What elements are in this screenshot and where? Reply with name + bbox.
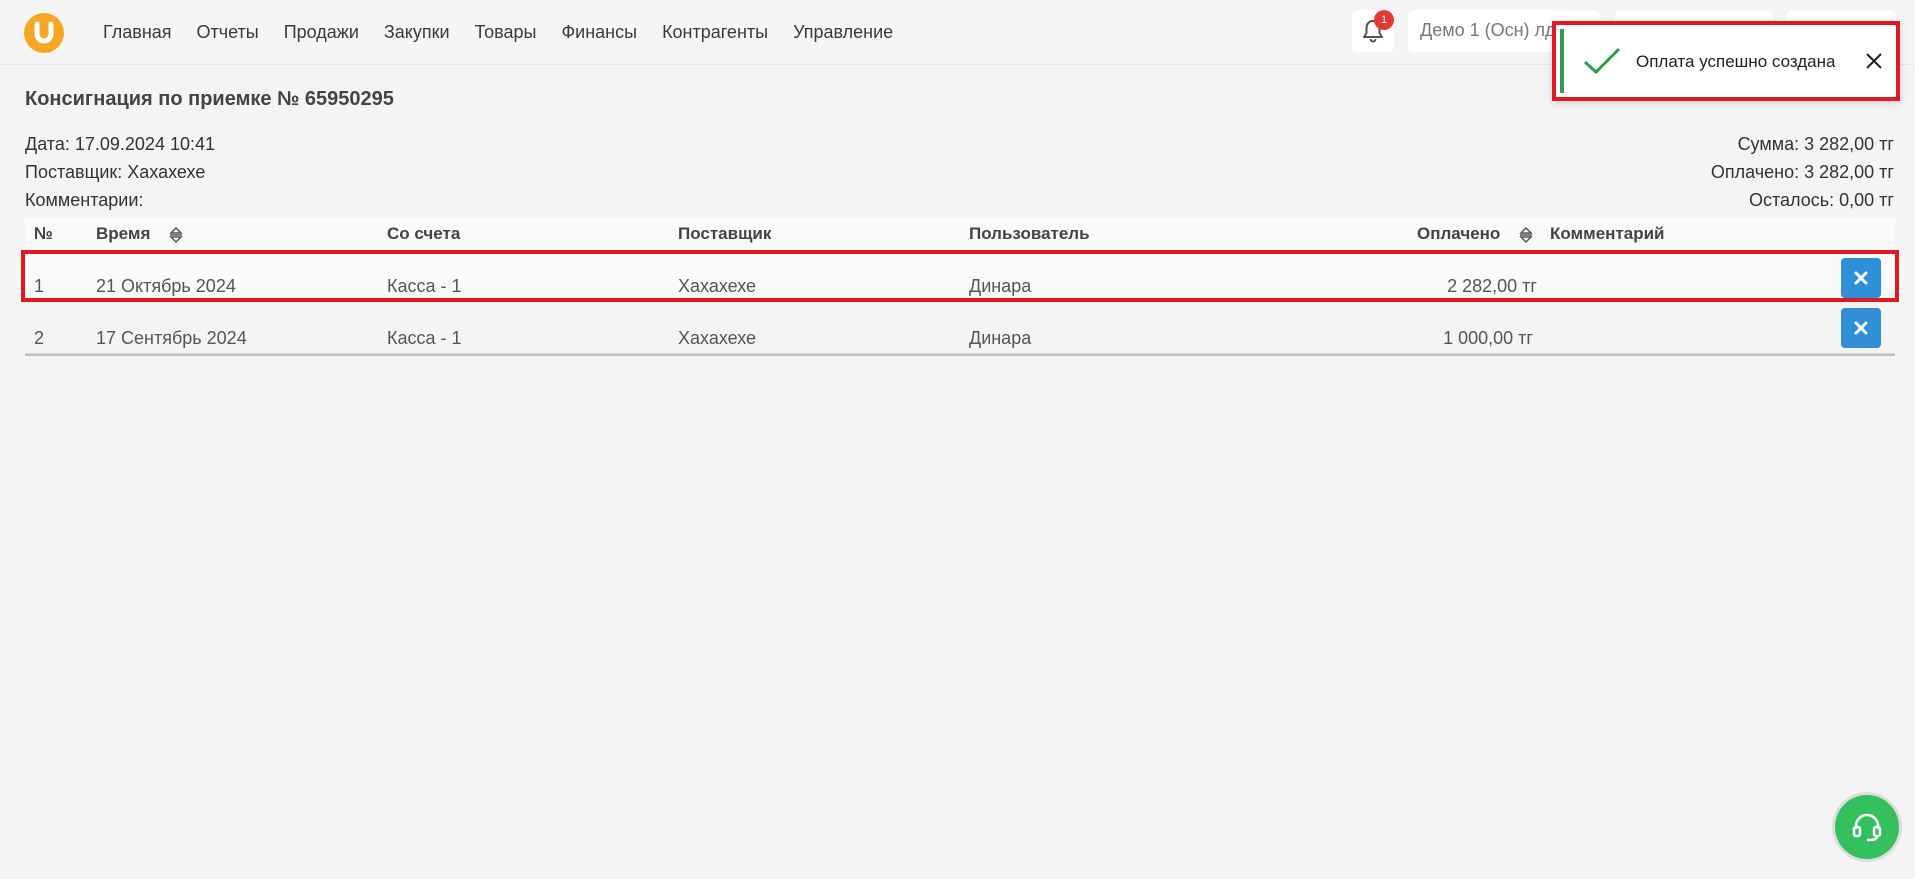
notifications-button[interactable]: 1 bbox=[1352, 10, 1394, 52]
cell-time: 17 Сентябрь 2024 bbox=[96, 328, 247, 348]
summary-sum: Сумма: 3 282,00 тг bbox=[1737, 134, 1894, 154]
column-header-paid[interactable]: Оплачено bbox=[1417, 224, 1533, 244]
sort-icon[interactable] bbox=[169, 226, 183, 243]
notifications-badge: 1 bbox=[1374, 10, 1394, 30]
delete-payment-button[interactable] bbox=[1841, 308, 1881, 348]
column-header-supplier: Поставщик bbox=[678, 224, 772, 243]
column-header-num: № bbox=[34, 224, 53, 243]
cell-paid: 1 000,00 тг bbox=[1443, 328, 1533, 348]
nav-item-purchases[interactable]: Закупки bbox=[384, 22, 450, 43]
column-header-account: Со счета bbox=[387, 224, 461, 243]
cell-user: Динара bbox=[969, 276, 1032, 296]
cell-account: Касса - 1 bbox=[387, 276, 462, 296]
table-row: 2 17 Сентябрь 2024 Касса - 1 Хахахехе Ди… bbox=[25, 302, 1895, 354]
summary-remaining: Осталось: 0,00 тг bbox=[1749, 190, 1894, 210]
cell-num: 2 bbox=[34, 328, 45, 348]
toast-message: Оплата успешно создана bbox=[1636, 52, 1836, 71]
document-supplier: Поставщик: Хахахехе bbox=[25, 162, 206, 182]
column-header-user: Пользователь bbox=[969, 224, 1090, 243]
close-icon bbox=[1854, 271, 1868, 285]
table-bottom-border bbox=[25, 354, 1895, 356]
cell-account: Касса - 1 bbox=[387, 328, 462, 348]
toast-accent-bar bbox=[1560, 29, 1564, 93]
check-icon bbox=[1583, 47, 1621, 75]
document-comments: Комментарии: bbox=[25, 190, 144, 210]
column-header-paid-label: Оплачено bbox=[1417, 224, 1501, 243]
nav-item-finance[interactable]: Финансы bbox=[561, 22, 637, 43]
table-header: № Время Со счета Поставщик Пользователь … bbox=[25, 218, 1895, 250]
cell-num: 1 bbox=[34, 276, 45, 296]
main-nav: Главная Отчеты Продажи Закупки Товары Фи… bbox=[103, 0, 918, 65]
close-icon bbox=[1854, 321, 1868, 335]
cell-supplier: Хахахехе bbox=[678, 328, 757, 348]
nav-item-products[interactable]: Товары bbox=[475, 22, 537, 43]
nav-item-counterparties[interactable]: Контрагенты bbox=[662, 22, 768, 43]
cell-time: 21 Октябрь 2024 bbox=[96, 276, 236, 296]
cell-user: Динара bbox=[969, 328, 1032, 348]
nav-item-home[interactable]: Главная bbox=[103, 22, 172, 43]
document-date: Дата: 17.09.2024 10:41 bbox=[25, 134, 215, 154]
column-header-time-label: Время bbox=[96, 224, 151, 243]
nav-item-sales[interactable]: Продажи bbox=[284, 22, 359, 43]
nav-item-management[interactable]: Управление bbox=[793, 22, 893, 43]
payment-summary: Сумма: 3 282,00 тг Оплачено: 3 282,00 тг… bbox=[1711, 130, 1894, 214]
success-toast: Оплата успешно создана bbox=[1552, 21, 1900, 101]
document-info: Дата: 17.09.2024 10:41 Поставщик: Хахахе… bbox=[25, 130, 215, 214]
support-chat-button[interactable] bbox=[1835, 795, 1899, 859]
payments-table: № Время Со счета Поставщик Пользователь … bbox=[21, 218, 1899, 356]
column-header-time[interactable]: Время bbox=[96, 224, 183, 244]
column-header-comment: Комментарий bbox=[1550, 224, 1665, 243]
close-icon[interactable] bbox=[1862, 49, 1886, 73]
cell-supplier: Хахахехе bbox=[678, 276, 757, 296]
nav-item-reports[interactable]: Отчеты bbox=[197, 22, 259, 43]
summary-paid: Оплачено: 3 282,00 тг bbox=[1710, 162, 1894, 182]
logo[interactable] bbox=[24, 13, 64, 53]
sort-icon[interactable] bbox=[1519, 226, 1533, 243]
table-row: 1 21 Октябрь 2024 Касса - 1 Хахахехе Дин… bbox=[21, 250, 1899, 302]
cell-paid: 2 282,00 тг bbox=[1447, 276, 1537, 296]
logo-u-icon bbox=[34, 21, 54, 44]
headset-icon bbox=[1852, 813, 1882, 842]
page-title: Консигнация по приемке № 65950295 bbox=[25, 88, 394, 110]
delete-payment-button[interactable] bbox=[1841, 258, 1881, 298]
